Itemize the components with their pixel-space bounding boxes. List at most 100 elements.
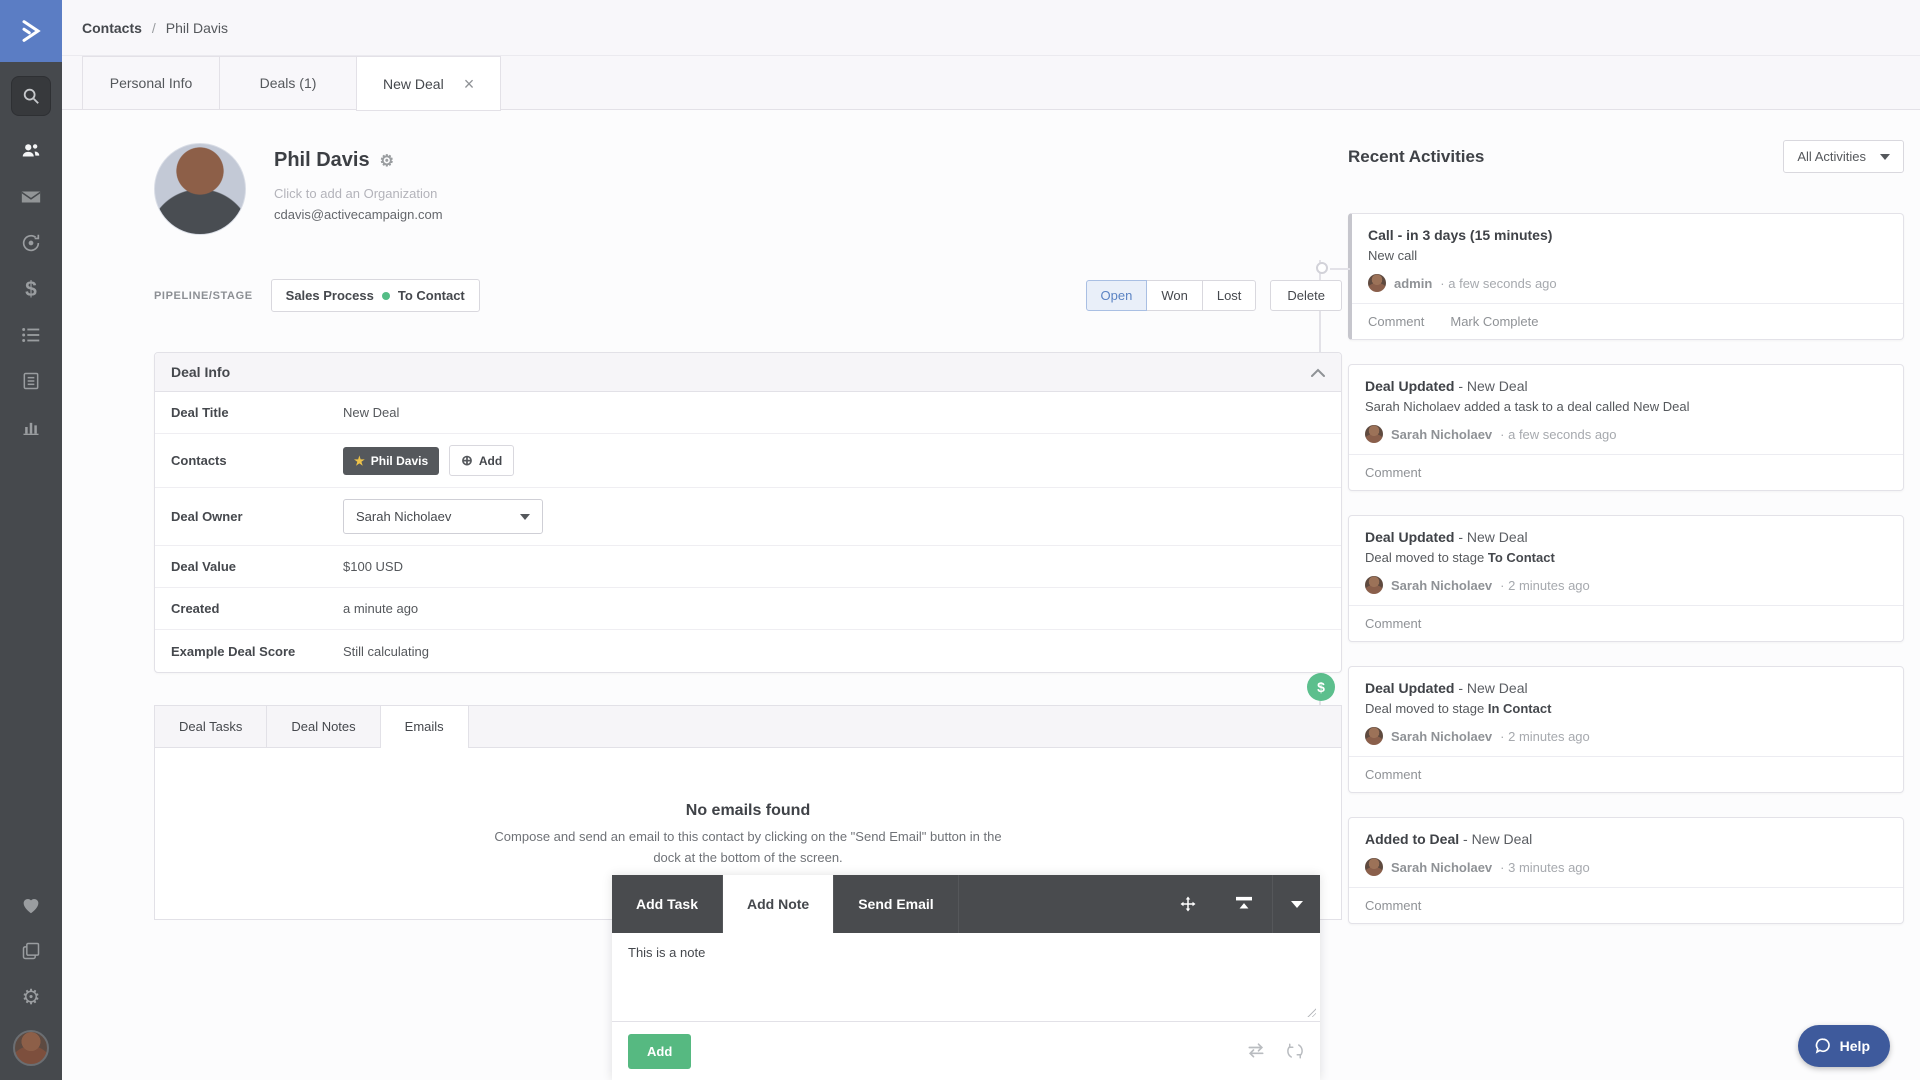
author-avatar <box>1365 727 1383 745</box>
author-name[interactable]: Sarah Nicholaev <box>1391 860 1492 875</box>
breadcrumb: Contacts / Phil Davis <box>62 0 1920 56</box>
add-organization-link[interactable]: Click to add an Organization <box>274 186 443 201</box>
chevron-down-icon <box>520 513 530 520</box>
tab-new-deal[interactable]: New Deal × <box>356 56 502 111</box>
heart-icon[interactable] <box>0 882 62 928</box>
mark-complete-link[interactable]: Mark Complete <box>1450 314 1538 329</box>
no-emails-desc-line2: dock at the bottom of the screen. <box>653 849 843 865</box>
delete-deal-button[interactable]: Delete <box>1270 280 1342 311</box>
lists-icon[interactable] <box>0 312 62 358</box>
deal-value: $100 USD <box>343 559 403 574</box>
activity-time: · 3 minutes ago <box>1500 859 1590 875</box>
author-name[interactable]: Sarah Nicholaev <box>1391 427 1492 442</box>
activecampaign-logo-icon[interactable] <box>0 0 62 62</box>
automations-icon[interactable] <box>0 220 62 266</box>
contact-name: Phil Davis <box>274 149 370 171</box>
pipeline-stage-button[interactable]: Sales Process To Contact <box>270 279 480 312</box>
help-button[interactable]: Help <box>1797 1025 1890 1067</box>
primary-contact-star-icon: ★ <box>354 453 365 468</box>
recent-activities-title: Recent Activities <box>1348 146 1485 166</box>
author-name[interactable]: Sarah Nicholaev <box>1391 578 1492 593</box>
deal-score: Still calculating <box>343 643 429 659</box>
deals-icon[interactable]: $ <box>0 266 62 312</box>
plus-circle-icon: ⊕ <box>461 452 473 468</box>
contact-avatar[interactable] <box>154 143 246 235</box>
swap-icon[interactable] <box>1246 1042 1266 1060</box>
status-won-button[interactable]: Won <box>1146 280 1203 311</box>
contact-chip[interactable]: ★ Phil Davis <box>343 446 440 475</box>
deal-title-row: Deal Title New Deal <box>155 392 1341 434</box>
status-lost-button[interactable]: Lost <box>1201 280 1257 311</box>
deal-owner-row: Deal Owner Sarah Nicholaev <box>155 488 1341 546</box>
forms-icon[interactable] <box>0 358 62 404</box>
activity-body: New call <box>1368 248 1418 263</box>
author-avatar <box>1365 576 1383 594</box>
settings-icon[interactable]: ⚙ <box>0 974 62 1020</box>
campaigns-icon[interactable] <box>0 174 62 220</box>
collapse-chevron-icon[interactable] <box>1311 368 1325 377</box>
deal-status-group: Open Won Lost Delete <box>1085 280 1342 311</box>
tab-deals[interactable]: Deals (1) <box>219 56 356 110</box>
comment-link[interactable]: Comment <box>1365 767 1421 782</box>
activities-filter-dropdown[interactable]: All Activities <box>1783 140 1904 173</box>
deal-contacts-row: Contacts ★ Phil Davis ⊕ Add <box>155 434 1341 488</box>
activity-time: · a few seconds ago <box>1500 426 1617 442</box>
deal-main: Phil Davis ⚙ Click to add an Organizatio… <box>154 110 1342 920</box>
tab-emails[interactable]: Emails <box>380 706 469 748</box>
tab-personal-info[interactable]: Personal Info <box>82 56 219 110</box>
breadcrumb-contacts[interactable]: Contacts <box>82 20 142 36</box>
activity-time: · 2 minutes ago <box>1500 728 1590 744</box>
dock-tab-add-task[interactable]: Add Task <box>612 875 723 933</box>
search-icon[interactable] <box>11 76 51 116</box>
apps-icon[interactable] <box>0 928 62 974</box>
top-bar: Contacts / Phil Davis <box>62 0 1920 56</box>
reports-icon[interactable] <box>0 404 62 450</box>
status-open-button[interactable]: Open <box>1085 280 1148 311</box>
activity-card-added-to-deal: $ Added to Deal - New Deal Sarah Nichola… <box>1307 817 1904 924</box>
pipeline-row: PIPELINE/STAGE Sales Process To Contact … <box>154 279 1342 312</box>
add-note-button[interactable]: Add <box>628 1033 692 1069</box>
comment-link[interactable]: Comment <box>1365 898 1421 913</box>
note-textarea[interactable]: This is a note <box>628 945 1304 1009</box>
author-avatar <box>1368 274 1386 292</box>
comment-link[interactable]: Comment <box>1365 616 1421 631</box>
contact-tabstrip: Personal Info Deals (1) New Deal × <box>62 56 1920 111</box>
stage-dot-icon <box>381 291 390 300</box>
activity-body: Sarah Nicholaev added a task to a deal c… <box>1365 399 1690 414</box>
caret-down-icon[interactable] <box>1272 875 1320 933</box>
deal-owner-select[interactable]: Sarah Nicholaev <box>343 499 543 534</box>
note-compose-area: This is a note <box>612 933 1320 1021</box>
activity-body: Deal moved to stage In Contact <box>1365 701 1552 716</box>
deal-value-row: Deal Value $100 USD <box>155 546 1341 588</box>
contact-email: cdavis@activecampaign.com <box>274 207 443 222</box>
resize-handle[interactable] <box>1306 1007 1316 1017</box>
chat-bubble-icon <box>1815 1038 1830 1054</box>
deal-created: a minute ago <box>343 601 419 616</box>
pipeline-stage-label: PIPELINE/STAGE <box>154 289 253 302</box>
tab-deal-notes[interactable]: Deal Notes <box>267 706 381 747</box>
contacts-icon[interactable] <box>0 128 62 174</box>
move-icon[interactable] <box>1160 875 1216 933</box>
dock-tab-add-note[interactable]: Add Note <box>722 875 835 933</box>
recent-activities-panel: Recent Activities All Activities Call - … <box>1307 110 1904 924</box>
author-name[interactable]: admin <box>1394 276 1432 291</box>
close-tab-icon[interactable]: × <box>464 75 475 93</box>
activity-time: · a few seconds ago <box>1440 275 1557 291</box>
no-emails-title: No emails found <box>685 802 811 819</box>
deal-created-row: Created a minute ago <box>155 588 1341 630</box>
author-avatar <box>1365 425 1383 443</box>
comment-link[interactable]: Comment <box>1365 465 1421 480</box>
dock-tab-send-email[interactable]: Send Email <box>834 875 959 933</box>
chevron-down-icon <box>1880 153 1890 160</box>
comment-link[interactable]: Comment <box>1368 314 1424 329</box>
contact-settings-gear-icon[interactable]: ⚙ <box>380 151 394 171</box>
compose-dock: Add Task Add Note Send Email This is a n… <box>612 875 1320 1080</box>
sync-icon[interactable] <box>1286 1042 1304 1060</box>
user-avatar[interactable] <box>13 1030 49 1066</box>
tab-deal-tasks[interactable]: Deal Tasks <box>155 706 268 747</box>
author-name[interactable]: Sarah Nicholaev <box>1391 729 1492 744</box>
add-contact-button[interactable]: ⊕ Add <box>449 445 515 476</box>
activity-body: Deal moved to stage To Contact <box>1365 550 1555 565</box>
expand-dock-icon[interactable] <box>1216 875 1272 933</box>
deal-score-row: Example Deal Score Still calculating <box>171 643 429 659</box>
